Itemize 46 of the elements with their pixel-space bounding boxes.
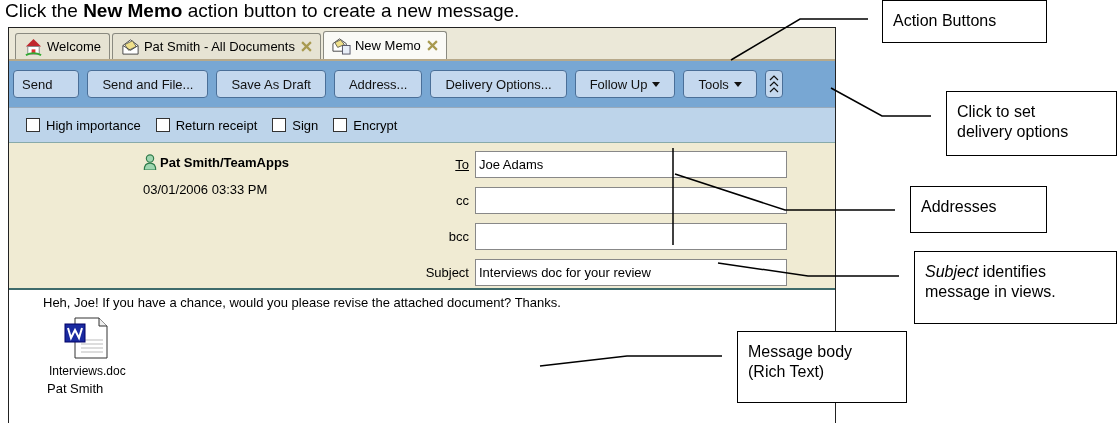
- input-field[interactable]: Joe Adams: [475, 151, 787, 178]
- sender-name: Pat Smith/TeamApps: [160, 154, 290, 170]
- option-label: Encrypt: [353, 117, 398, 133]
- close-icon[interactable]: [426, 40, 438, 51]
- attachment-name: Interviews.doc: [49, 364, 126, 378]
- option-label: High importance: [46, 117, 141, 133]
- tab[interactable]: Pat Smith - All Documents: [111, 33, 321, 59]
- field-label: cc: [455, 193, 469, 208]
- sent-date: 03/01/2006 03:33 PM: [143, 182, 269, 197]
- message-text: Heh, Joe! If you have a chance, would you please revise the attached document? Thanks.: [43, 295, 561, 310]
- caret-icon: [652, 81, 661, 87]
- house-icon: [24, 37, 43, 56]
- caret-icon: [733, 81, 742, 87]
- signature-text: Pat Smith: [47, 381, 104, 396]
- action-button[interactable]: Save As Draft: [216, 70, 326, 98]
- tab[interactable]: Welcome: [15, 33, 110, 59]
- field-label[interactable]: To: [413, 157, 469, 172]
- callout-box: Action Buttons: [882, 0, 1047, 43]
- tab[interactable]: New Memo: [322, 31, 447, 59]
- dropdown-button[interactable]: Follow Up: [574, 70, 676, 98]
- option-label: Return receipt: [175, 117, 258, 133]
- input-field[interactable]: [475, 187, 787, 214]
- instruction-text: Click the New Memo action button to create a new message.: [4, 0, 520, 23]
- action-button[interactable]: Address...: [333, 70, 423, 98]
- input-field[interactable]: Interviews doc for your review: [475, 259, 787, 286]
- action-button[interactable]: Send: [13, 70, 80, 98]
- envelope-icon: [120, 37, 140, 56]
- action-button[interactable]: Delivery Options...: [430, 70, 567, 98]
- memo-icon: [331, 36, 351, 55]
- dropdown-button[interactable]: Tools: [683, 70, 757, 98]
- checkbox[interactable]: [272, 118, 287, 132]
- expand-button[interactable]: [764, 70, 783, 98]
- callout-box: Subject identifies message in views.: [914, 251, 1117, 324]
- checkbox[interactable]: [155, 118, 170, 132]
- input-field[interactable]: [475, 223, 787, 250]
- callout-box: Addresses: [910, 186, 1047, 233]
- person-icon: [143, 154, 157, 170]
- checkbox[interactable]: [26, 118, 40, 132]
- option-label: Sign: [292, 117, 319, 133]
- chevrons-icon: [768, 74, 779, 94]
- field-label: Subject: [424, 265, 469, 280]
- action-button[interactable]: Send and File...: [87, 70, 209, 98]
- callout-box: Message body (Rich Text): [737, 331, 907, 403]
- callout-box: Click to set delivery options: [946, 91, 1117, 156]
- checkbox[interactable]: [333, 118, 348, 132]
- field-label: bcc: [447, 229, 469, 244]
